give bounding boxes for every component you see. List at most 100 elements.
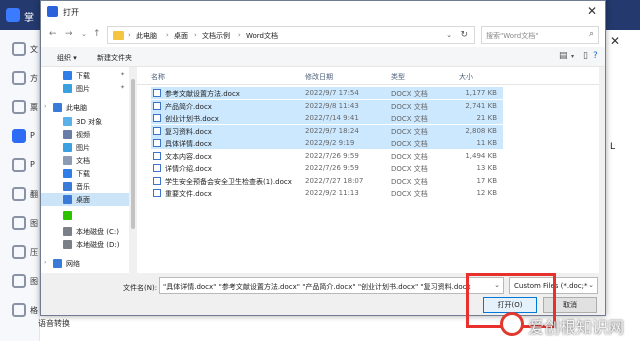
- app-close-icon[interactable]: ✕: [610, 34, 620, 48]
- nav-item[interactable]: 3D 对象: [41, 115, 129, 128]
- address-bar[interactable]: › 此电脑 › 桌面 › 文档示例 › Word文档 ⌄ ↻: [107, 26, 475, 44]
- nav-item[interactable]: 下载: [41, 167, 129, 180]
- picture-icon: [63, 143, 72, 152]
- file-type: DOCX 文档: [391, 90, 428, 98]
- chevron-down-icon[interactable]: ⌄: [446, 31, 452, 39]
- nav-item[interactable]: 视频: [41, 128, 129, 141]
- breadcrumb-doc-examples[interactable]: 文档示例: [202, 31, 230, 41]
- voice-convert-label[interactable]: 语音转换: [38, 318, 70, 329]
- dialog-title: 打开: [63, 8, 79, 17]
- view-options-icon[interactable]: ▤: [559, 51, 568, 61]
- file-row[interactable]: 参考文献设置方法.docx 2022/9/7 17:54 DOCX 文档 1,177 …: [151, 87, 503, 99]
- nav-item-label: 文档: [76, 157, 90, 165]
- file-row[interactable]: 学生安全预备会安全卫生检查表(1).docx 2022/7/27 18:07 DOC…: [151, 175, 503, 187]
- file-date: 2022/7/26 9:59: [305, 164, 359, 172]
- nav-item-label: 本地磁盘 (D:): [76, 241, 120, 249]
- file-row[interactable]: 创业计划书.docx 2022/7/14 9:41 DOCX 文档 21 KB: [151, 112, 503, 124]
- file-date: 2022/9/7 17:54: [305, 89, 359, 97]
- column-date[interactable]: 修改日期: [305, 72, 333, 82]
- sidebar-item-label[interactable]: 方: [30, 73, 38, 84]
- file-row[interactable]: 具体详情.docx 2022/9/2 9:19 DOCX 文档 11 KB: [151, 137, 503, 149]
- app-right-letter: L: [610, 142, 616, 152]
- file-date: 2022/9/7 18:24: [305, 126, 359, 135]
- breadcrumb-this-pc[interactable]: 此电脑: [136, 31, 157, 41]
- help-icon[interactable]: ?: [593, 51, 598, 61]
- file-date: 2022/7/27 18:07: [305, 176, 364, 185]
- nav-item-label: 图片: [76, 85, 90, 93]
- sidebar-translate-icon[interactable]: [12, 187, 26, 201]
- nav-item[interactable]: 图片: [41, 141, 129, 154]
- pin-icon: ✦: [119, 84, 125, 91]
- nav-item[interactable]: 文档: [41, 154, 129, 167]
- sidebar-doc-icon[interactable]: [12, 42, 26, 56]
- nav-item-label: 图片: [76, 144, 90, 152]
- nav-item[interactable]: › 网络: [41, 257, 129, 270]
- sidebar-item-label[interactable]: 格: [30, 305, 38, 316]
- nav-item[interactable]: [41, 209, 129, 222]
- forward-arrow-icon[interactable]: →: [65, 29, 73, 39]
- expand-icon[interactable]: ›: [44, 103, 46, 110]
- nav-item[interactable]: 下载 ✦: [41, 69, 129, 82]
- file-name: 复习资料.docx: [165, 127, 212, 136]
- nav-item[interactable]: 本地磁盘 (D:): [41, 238, 129, 251]
- search-icon: ⌕: [588, 29, 594, 39]
- nav-item[interactable]: 桌面: [41, 193, 129, 206]
- file-name: 创业计划书.docx: [165, 115, 219, 123]
- sidebar-format-icon[interactable]: [12, 303, 26, 317]
- expand-icon[interactable]: ›: [44, 259, 46, 266]
- app-right-panel: ✕ L: [600, 30, 640, 341]
- wechat-icon: [63, 211, 72, 220]
- word-document-icon: [153, 176, 161, 185]
- filename-label: 文件名(N):: [123, 284, 158, 292]
- sidebar-picture-icon[interactable]: [12, 274, 26, 288]
- nav-item[interactable]: 本地磁盘 (C:): [41, 225, 129, 238]
- nav-item-label: 音乐: [76, 183, 90, 191]
- sidebar-item-label[interactable]: 票: [30, 102, 38, 113]
- file-size: 1,494 KB: [465, 151, 497, 160]
- file-row[interactable]: 重要文件.docx 2022/9/2 11:13 DOCX 文档 12 KB: [151, 187, 503, 199]
- breadcrumb-word-docs[interactable]: Word文档: [246, 31, 278, 41]
- close-icon[interactable]: ✕: [587, 4, 597, 18]
- file-row[interactable]: 产品简介.docx 2022/9/8 11:43 DOCX 文档 2,741 KB: [151, 99, 503, 112]
- sidebar-image-icon[interactable]: [12, 216, 26, 230]
- sidebar-item-label[interactable]: 翻: [30, 189, 38, 200]
- nav-item[interactable]: 图片 ✦: [41, 82, 129, 95]
- dialog-titlebar: 打开 ✕: [41, 1, 605, 23]
- nav-item[interactable]: › 此电脑: [41, 101, 129, 114]
- sidebar-pdf-a-icon[interactable]: [12, 71, 26, 85]
- column-size[interactable]: 大小: [459, 72, 473, 82]
- sidebar-item-label[interactable]: 图: [30, 276, 38, 287]
- search-input[interactable]: 搜索"Word文档" ⌕: [481, 26, 599, 44]
- nav-scrollbar[interactable]: [129, 67, 137, 273]
- sidebar-pdf-icon[interactable]: [12, 129, 26, 143]
- column-type[interactable]: 类型: [391, 72, 405, 82]
- nav-item[interactable]: 音乐: [41, 180, 129, 193]
- sidebar-item-label[interactable]: 压: [30, 247, 38, 258]
- file-size: 2,741 KB: [465, 101, 497, 110]
- sidebar-item-label[interactable]: 图: [30, 218, 38, 229]
- sidebar-item-label[interactable]: 文: [30, 44, 38, 55]
- organize-button[interactable]: 组织 ▾: [57, 53, 77, 63]
- breadcrumb-desktop[interactable]: 桌面: [174, 31, 188, 41]
- file-row[interactable]: 复习资料.docx 2022/9/7 18:24 DOCX 文档 2,808 KB: [151, 124, 503, 137]
- video-icon: [63, 130, 72, 139]
- filename-field[interactable]: "具体详情.docx" "参考文献设置方法.docx" "产品简介.docx" …: [159, 277, 504, 294]
- back-arrow-icon[interactable]: ←: [49, 29, 57, 39]
- sidebar-ticket-icon[interactable]: [12, 100, 26, 114]
- sidebar-pdf-b-icon[interactable]: [12, 158, 26, 172]
- new-folder-button[interactable]: 新建文件夹: [97, 53, 132, 63]
- file-row[interactable]: 文本内容.docx 2022/7/26 9:59 DOCX 文档 1,494 KB: [151, 150, 503, 162]
- nav-scrollbar-thumb[interactable]: [131, 79, 135, 229]
- sidebar-item-label[interactable]: P: [30, 160, 35, 169]
- chevron-down-icon[interactable]: ⌄: [588, 281, 594, 289]
- refresh-icon[interactable]: ↻: [460, 30, 468, 40]
- preview-pane-icon[interactable]: ▯: [583, 51, 588, 61]
- sidebar-item-label[interactable]: P: [30, 131, 35, 140]
- file-row[interactable]: 详情介绍.docx 2022/7/26 9:59 DOCX 文档 13 KB: [151, 162, 503, 174]
- view-dropdown-icon[interactable]: ▾: [571, 53, 574, 60]
- sidebar-compress-icon[interactable]: [12, 245, 26, 259]
- up-arrow-icon[interactable]: ↑: [93, 29, 101, 39]
- column-name[interactable]: 名称: [151, 72, 165, 82]
- recent-dropdown-icon[interactable]: ⌄: [81, 30, 87, 38]
- file-type: DOCX 文档: [391, 152, 428, 161]
